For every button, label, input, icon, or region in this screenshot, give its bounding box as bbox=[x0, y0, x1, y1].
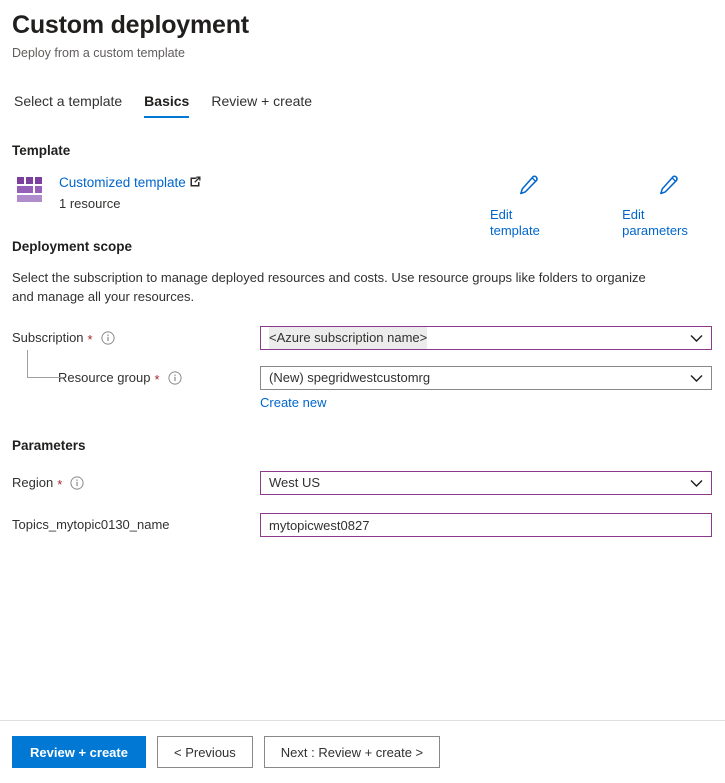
pencil-icon bbox=[657, 174, 679, 200]
region-row: Region * West US bbox=[12, 471, 713, 495]
info-icon[interactable] bbox=[101, 331, 115, 345]
edit-parameters-label: Edit parameters bbox=[622, 207, 688, 238]
template-edit-actions: Edit template Edit parameters bbox=[490, 174, 713, 239]
customized-template-label: Customized template bbox=[59, 175, 186, 190]
resource-group-required-asterisk: * bbox=[154, 371, 160, 387]
topic-name-row: Topics_mytopic0130_name bbox=[12, 513, 713, 537]
subscription-value: <Azure subscription name> bbox=[269, 327, 428, 349]
template-summary-row: Customized template 1 resource Edit temp… bbox=[12, 174, 713, 238]
topic-name-label-group: Topics_mytopic0130_name bbox=[12, 516, 260, 534]
subscription-field-wrap: <Azure subscription name> bbox=[260, 326, 712, 350]
region-field-wrap: West US bbox=[260, 471, 712, 495]
pencil-icon bbox=[517, 174, 539, 200]
deployment-scope-heading: Deployment scope bbox=[12, 239, 133, 254]
resource-group-select[interactable]: (New) spegridwestcustomrg bbox=[260, 366, 712, 390]
resource-group-row: Resource group * (New) spegridwestcustom… bbox=[12, 350, 713, 390]
region-label-group: Region * bbox=[12, 474, 260, 492]
review-create-button[interactable]: Review + create bbox=[12, 736, 146, 768]
topic-name-label: Topics_mytopic0130_name bbox=[12, 517, 170, 532]
helper-spacer bbox=[12, 394, 260, 411]
tab-review-create[interactable]: Review + create bbox=[211, 92, 312, 118]
resource-group-field-wrap: (New) spegridwestcustomrg bbox=[260, 366, 712, 390]
external-link-icon bbox=[190, 174, 201, 192]
edit-template-label: Edit template bbox=[490, 207, 540, 238]
region-value: West US bbox=[269, 475, 321, 490]
info-icon[interactable] bbox=[70, 476, 84, 490]
edit-template-button[interactable]: Edit template bbox=[490, 174, 565, 239]
previous-button[interactable]: < Previous bbox=[157, 736, 253, 768]
next-review-create-button[interactable]: Next : Review + create > bbox=[263, 736, 441, 768]
template-section-heading: Template bbox=[12, 143, 71, 158]
deployment-scope-description: Select the subscription to manage deploy… bbox=[12, 270, 646, 304]
tab-bar: Select a template Basics Review + create bbox=[0, 88, 725, 118]
region-label: Region bbox=[12, 475, 54, 490]
region-select[interactable]: West US bbox=[260, 471, 712, 495]
footer-action-bar: Review + create < Previous Next : Review… bbox=[0, 720, 725, 783]
customized-template-link[interactable]: Customized template bbox=[59, 174, 201, 192]
info-icon[interactable] bbox=[167, 371, 182, 385]
resource-group-label-group: Resource group * bbox=[12, 369, 260, 387]
tab-select-a-template[interactable]: Select a template bbox=[14, 92, 122, 118]
tab-basics[interactable]: Basics bbox=[144, 92, 190, 118]
resource-group-value: (New) spegridwestcustomrg bbox=[269, 370, 431, 385]
create-new-row: Create new bbox=[12, 394, 713, 411]
topic-name-field-wrap bbox=[260, 513, 712, 537]
parameters-heading: Parameters bbox=[12, 438, 86, 453]
subscription-label-group: Subscription * bbox=[12, 329, 260, 347]
template-text-block: Customized template 1 resource bbox=[59, 174, 201, 212]
edit-parameters-button[interactable]: Edit parameters bbox=[622, 174, 713, 239]
page-title: Custom deployment bbox=[12, 11, 249, 39]
region-required-asterisk: * bbox=[57, 476, 63, 492]
page-subtitle: Deploy from a custom template bbox=[12, 46, 185, 60]
create-new-resource-group-link[interactable]: Create new bbox=[260, 394, 326, 411]
page-header: Custom deployment Deploy from a custom t… bbox=[0, 0, 725, 61]
subscription-label: Subscription bbox=[12, 330, 84, 345]
template-grid-icon bbox=[17, 177, 45, 203]
template-resource-count: 1 resource bbox=[59, 196, 121, 211]
resource-group-label: Resource group bbox=[58, 370, 151, 385]
main-content: Template Customized template 1 resource … bbox=[0, 142, 725, 537]
subscription-select[interactable]: <Azure subscription name> bbox=[260, 326, 712, 350]
topic-name-input[interactable] bbox=[260, 513, 712, 537]
subscription-row: Subscription * <Azure subscription name> bbox=[12, 326, 713, 350]
subscription-required-asterisk: * bbox=[87, 331, 93, 347]
